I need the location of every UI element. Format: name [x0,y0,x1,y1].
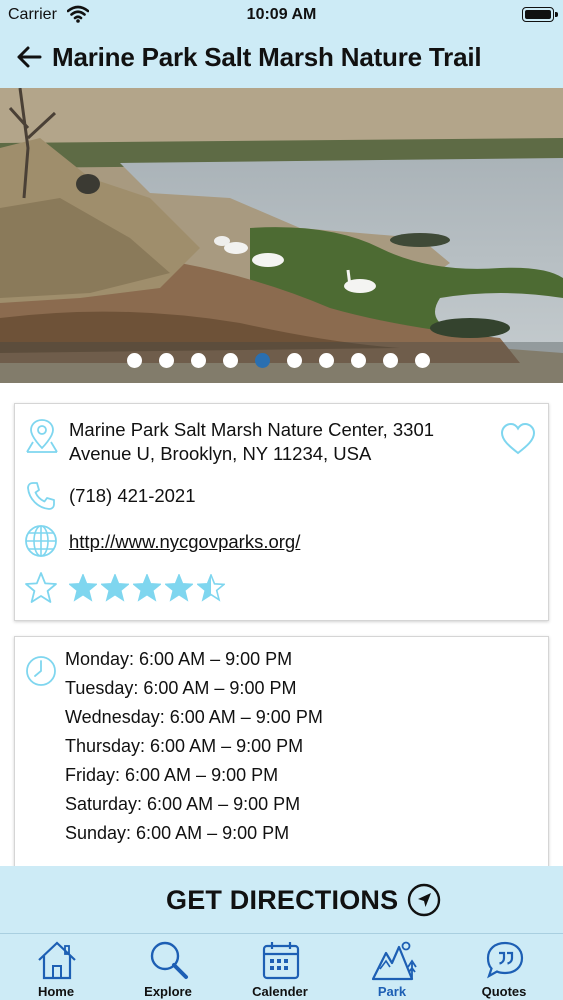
gallery-pager[interactable] [127,353,430,369]
tab-calender[interactable]: Calender [224,934,336,1000]
gallery-dot[interactable] [319,353,334,368]
tab-explore-label: Explore [144,984,192,999]
hours-row: Tuesday: 6:00 AM – 9:00 PM [65,678,297,698]
tab-park-label: Park [377,984,407,999]
navigation-arrow-icon [407,883,441,917]
status-time: 10:09 AM [246,6,317,23]
rating-star-icon [165,574,193,602]
tab-bar: Home Explore Calender Park Quotes [0,933,563,1000]
status-bar: Carrier 10:09 AM [0,0,563,30]
rating-star-icon [69,574,97,602]
get-directions-button[interactable]: GET DIRECTIONS [0,866,563,933]
rating-star-icon [133,574,161,602]
gallery-dot[interactable] [415,353,430,368]
top-bar: Carrier 10:09 AM Marine Park Salt Marsh … [0,0,563,88]
rating-star-icon [197,574,225,602]
hours-row: Thursday: 6:00 AM – 9:00 PM [65,736,304,756]
hours-row: Wednesday: 6:00 AM – 9:00 PM [65,707,323,727]
tab-home-label: Home [37,984,75,999]
phone-icon[interactable] [25,480,57,512]
rating-star-icon [101,574,129,602]
tab-explore[interactable]: Explore [112,934,224,1000]
get-directions-label: GET DIRECTIONS [166,885,399,915]
rating-stars [69,574,225,602]
quotes-icon [486,941,524,979]
search-icon [150,941,188,979]
address-text: Marine Park Salt Marsh Nature Center, 33… [69,419,435,464]
gallery-dot[interactable] [191,353,206,368]
hours-row: Monday: 6:00 AM – 9:00 PM [65,649,293,669]
gallery-dot[interactable] [127,353,142,368]
opening-hours-list: Monday: 6:00 AM – 9:00 PM Tuesday: 6:00 A… [65,645,323,848]
home-icon [38,941,76,980]
globe-icon [25,525,57,557]
heart-icon[interactable] [499,422,537,456]
tab-quotes-label: Quotes [481,984,527,999]
hours-row: Saturday: 6:00 AM – 9:00 PM [65,794,301,814]
tab-calender-label: Calender [252,984,308,999]
hours-card: Monday: 6:00 AM – 9:00 PM Tuesday: 6:00 A… [14,636,549,876]
hours-row: Sunday: 6:00 AM – 9:00 PM [65,823,290,843]
info-card: Marine Park Salt Marsh Nature Center, 33… [14,403,549,621]
phone-number[interactable]: (718) 421-2021 [69,484,196,508]
rate-star-icon[interactable] [24,571,58,605]
tab-park[interactable]: Park [336,934,448,1000]
gallery-dot[interactable] [383,353,398,368]
tab-home[interactable]: Home [0,934,112,1000]
gallery-dot[interactable] [351,353,366,368]
gallery-dot[interactable] [223,353,238,368]
back-arrow-icon[interactable] [14,42,44,72]
park-photo[interactable] [0,88,563,383]
park-icon [372,941,417,981]
website-link[interactable]: http://www.nycgovparks.org/ [69,530,300,554]
location-pin-icon [26,419,58,453]
header: Marine Park Salt Marsh Nature Trail [0,36,563,82]
battery-icon [522,7,558,22]
gallery-dot[interactable] [287,353,302,368]
calendar-icon [262,942,300,980]
gallery-dot[interactable] [159,353,174,368]
gallery-dot[interactable] [255,353,270,368]
tab-quotes[interactable]: Quotes [448,934,560,1000]
clock-icon [26,656,56,686]
page-title: Marine Park Salt Marsh Nature Trail [52,42,482,72]
hours-row: Friday: 6:00 AM – 9:00 PM [65,765,279,785]
